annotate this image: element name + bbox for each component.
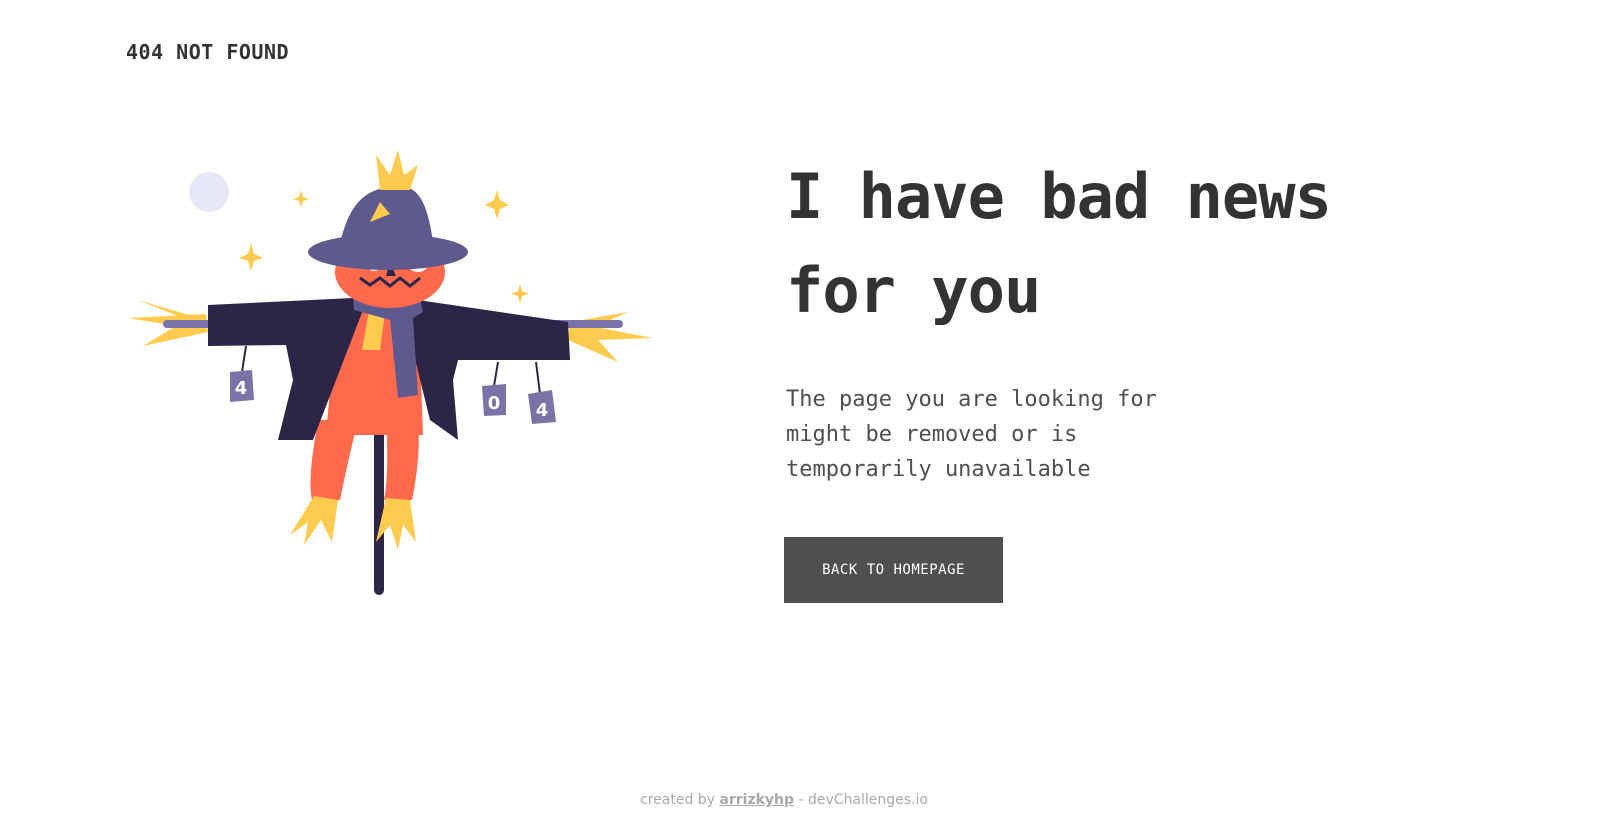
page: 404 NOT FOUND 4 0 4 I have bad news for … — [0, 0, 1600, 827]
footer-suffix: - devChallenges.io — [798, 792, 928, 808]
main-content: I have bad news for you The page you are… — [786, 150, 1426, 487]
footer-prefix: created by — [640, 792, 715, 808]
can-label-2: 0 — [488, 393, 501, 414]
author-link[interactable]: arrizkyhp — [719, 792, 794, 808]
moon-icon — [189, 172, 229, 212]
page-headline: I have bad news for you — [786, 160, 1332, 327]
error-message: The page you are looking for might be re… — [786, 387, 1157, 482]
scarecrow-illustration: 4 0 4 — [128, 150, 653, 595]
footer: created by arrizkyhp - devChallenges.io — [0, 792, 1568, 808]
back-to-homepage-button[interactable]: BACK TO HOMEPAGE — [784, 537, 1003, 603]
can-label-3: 4 — [536, 400, 549, 421]
brand-title: 404 NOT FOUND — [126, 40, 290, 64]
hat — [338, 185, 434, 250]
can-label-1: 4 — [235, 378, 248, 399]
